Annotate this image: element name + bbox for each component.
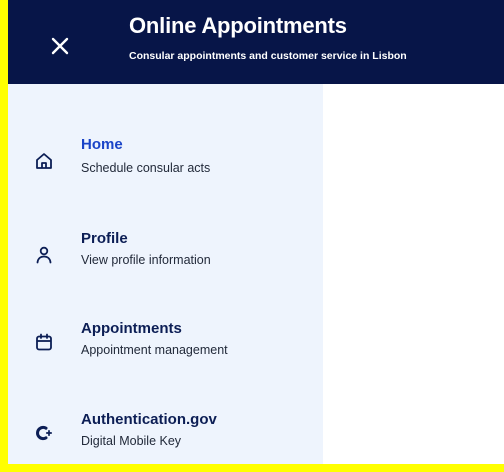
calendar-icon — [32, 330, 56, 354]
sidebar-item-label: Profile — [81, 230, 128, 247]
close-menu-button[interactable] — [42, 28, 78, 64]
sidebar-item-label: Home — [81, 136, 123, 153]
sidebar-item-description: Schedule consular acts — [81, 161, 211, 175]
sidebar-item-label: Appointments — [81, 320, 182, 337]
page-title: Online Appointments — [129, 13, 347, 38]
sidebar-item-label: Authentication.gov — [81, 411, 217, 428]
sidebar-item-profile[interactable]: Profile View profile information — [8, 227, 323, 297]
sidebar-item-description: Appointment management — [81, 343, 228, 357]
user-icon — [32, 243, 56, 267]
sidebar-item-description: Digital Mobile Key — [81, 434, 182, 448]
sidebar-item-appointments[interactable]: Appointments Appointment management — [8, 317, 323, 387]
app-frame: Online Appointments Consular appointment… — [8, 0, 504, 464]
header-bar: Online Appointments Consular appointment… — [8, 0, 504, 84]
sidebar-item-authentication[interactable]: Authentication.gov Digital Mobile Key — [8, 409, 323, 464]
key-icon — [32, 421, 56, 445]
sidebar-item-home[interactable]: Home Schedule consular acts — [8, 131, 323, 201]
sidebar-item-description: View profile information — [81, 253, 211, 267]
page-subtitle: Consular appointments and customer servi… — [129, 50, 407, 62]
home-icon — [32, 149, 56, 173]
sidebar-menu: Home Schedule consular acts Profile View… — [8, 84, 323, 464]
close-icon — [51, 37, 69, 55]
